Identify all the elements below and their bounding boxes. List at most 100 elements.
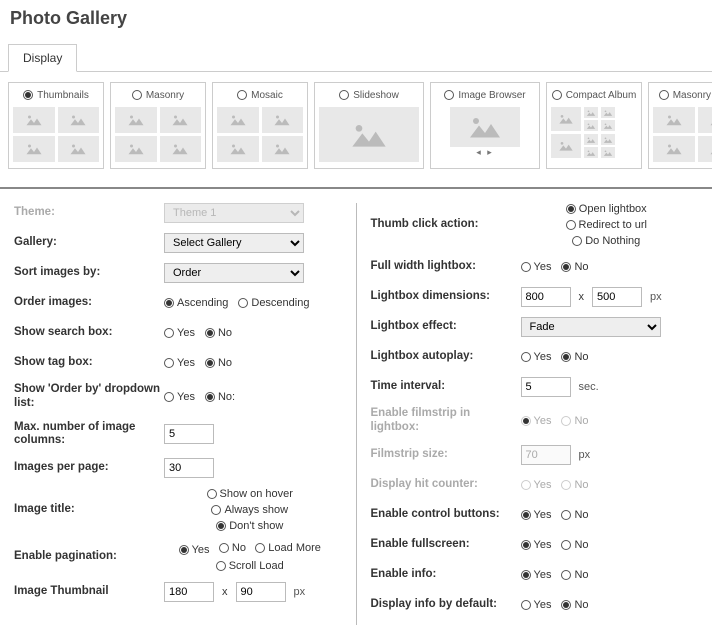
theme-select: Theme 1 [164, 203, 304, 223]
view-label: Slideshow [353, 90, 399, 101]
click-open-radio[interactable]: Open lightbox [566, 203, 647, 215]
click-label: Thumb click action: [371, 218, 521, 232]
view-label: Masonry [146, 90, 184, 101]
filmstrip-yes-radio: Yes [521, 415, 552, 427]
tab-display[interactable]: Display [8, 44, 77, 72]
hit-label: Display hit counter: [371, 478, 521, 492]
view-preview [115, 107, 201, 162]
fullwidth-label: Full width lightbox: [371, 260, 521, 274]
autoplay-label: Lightbox autoplay: [371, 350, 521, 364]
order-desc-radio[interactable]: Descending [238, 297, 309, 309]
infodef-no-radio[interactable]: No [561, 599, 588, 611]
orderby-no-radio[interactable]: No: [205, 391, 235, 403]
fullscreen-no-radio[interactable]: No [561, 539, 588, 551]
perpage-label: Images per page: [14, 461, 164, 475]
dim-width-input[interactable] [521, 287, 571, 307]
pagination-loadmore-radio[interactable]: Load More [255, 542, 321, 554]
search-no-radio[interactable]: No [205, 327, 232, 339]
settings-left-column: Theme: Theme 1 Gallery: Select Gallery S… [0, 203, 357, 625]
autoplay-no-radio[interactable]: No [561, 351, 588, 363]
view-preview: ◂ ▸ [435, 107, 535, 158]
interval-label: Time interval: [371, 380, 521, 394]
tag-no-radio[interactable]: No [205, 357, 232, 369]
radio-icon [237, 90, 247, 100]
filmsize-input [521, 445, 571, 465]
pagination-no-radio[interactable]: No [219, 542, 246, 554]
interval-input[interactable] [521, 377, 571, 397]
pagination-label: Enable pagination: [14, 550, 164, 564]
view-label: Compact Album [566, 90, 637, 101]
radio-icon [23, 90, 33, 100]
pagination-scroll-radio[interactable]: Scroll Load [216, 560, 284, 572]
fullscreen-yes-radio[interactable]: Yes [521, 539, 552, 551]
click-nothing-radio[interactable]: Do Nothing [572, 235, 640, 247]
effect-select[interactable]: Fade [521, 317, 661, 337]
ctrl-label: Enable control buttons: [371, 508, 521, 522]
view-card-slideshow[interactable]: Slideshow [314, 82, 424, 169]
tag-yes-radio[interactable]: Yes [164, 357, 195, 369]
infodef-yes-radio[interactable]: Yes [521, 599, 552, 611]
imgtitle-always-radio[interactable]: Always show [211, 504, 288, 516]
view-card-image-browser[interactable]: Image Browser◂ ▸ [430, 82, 540, 169]
dim-height-input[interactable] [592, 287, 642, 307]
perpage-input[interactable] [164, 458, 214, 478]
view-type-selector: Thumbnails Masonry Mosaic Slideshow Image Br… [0, 72, 712, 189]
view-label: Thumbnails [37, 90, 89, 101]
settings-panel: Theme: Theme 1 Gallery: Select Gallery S… [0, 189, 712, 625]
orderby-yes-radio[interactable]: Yes [164, 391, 195, 403]
dim-label: Lightbox dimensions: [371, 290, 521, 304]
tab-bar: Display [0, 43, 712, 72]
imgtitle-label: Image title: [14, 503, 164, 517]
view-card-masonry[interactable]: Masonry [110, 82, 206, 169]
hit-no-radio: No [561, 479, 588, 491]
orderby-label: Show 'Order by' dropdown list: [14, 383, 164, 411]
autoplay-yes-radio[interactable]: Yes [521, 351, 552, 363]
pagination-yes-radio[interactable]: Yes [179, 544, 210, 556]
view-preview [13, 107, 99, 162]
ctrl-no-radio[interactable]: No [561, 509, 588, 521]
effect-label: Lightbox effect: [371, 320, 521, 334]
view-card-mosaic[interactable]: Mosaic [212, 82, 308, 169]
maxcols-label: Max. number of image columns: [14, 421, 164, 449]
infodef-label: Display info by default: [371, 598, 521, 612]
click-redirect-radio[interactable]: Redirect to url [566, 219, 647, 231]
px-unit: px [294, 586, 306, 598]
radio-icon [659, 90, 669, 100]
fullwidth-yes-radio[interactable]: Yes [521, 261, 552, 273]
fullwidth-no-radio[interactable]: No [561, 261, 588, 273]
info-label: Enable info: [371, 568, 521, 582]
filmstrip-label: Enable filmstrip in lightbox: [371, 407, 521, 435]
settings-right-column: Thumb click action: Open lightbox Redire… [357, 203, 712, 625]
view-card-masonry-albu[interactable]: Masonry Albu [648, 82, 712, 169]
page-title: Photo Gallery [10, 8, 702, 29]
imgtitle-hover-radio[interactable]: Show on hover [207, 488, 293, 500]
radio-icon [339, 90, 349, 100]
theme-label: Theme: [14, 206, 164, 220]
info-yes-radio[interactable]: Yes [521, 569, 552, 581]
view-card-compact-album[interactable]: Compact Album [546, 82, 642, 169]
view-label: Mosaic [251, 90, 283, 101]
thumbdim-label: Image Thumbnail [14, 585, 164, 599]
radio-icon [132, 90, 142, 100]
view-label: Masonry Albu [673, 90, 712, 101]
filmsize-label: Filmstrip size: [371, 448, 521, 462]
view-card-thumbnails[interactable]: Thumbnails [8, 82, 104, 169]
thumbdim-height-input[interactable] [236, 582, 286, 602]
sort-select[interactable]: Order [164, 263, 304, 283]
order-asc-radio[interactable]: Ascending [164, 297, 228, 309]
x-separator: x [222, 586, 228, 598]
imgtitle-dont-radio[interactable]: Don't show [216, 520, 283, 532]
info-no-radio[interactable]: No [561, 569, 588, 581]
search-label: Show search box: [14, 326, 164, 340]
tag-label: Show tag box: [14, 356, 164, 370]
maxcols-input[interactable] [164, 424, 214, 444]
page-header: Photo Gallery [0, 0, 712, 43]
fullscreen-label: Enable fullscreen: [371, 538, 521, 552]
ctrl-yes-radio[interactable]: Yes [521, 509, 552, 521]
gallery-select[interactable]: Select Gallery [164, 233, 304, 253]
sort-label: Sort images by: [14, 266, 164, 280]
thumbdim-width-input[interactable] [164, 582, 214, 602]
search-yes-radio[interactable]: Yes [164, 327, 195, 339]
view-preview [319, 107, 419, 162]
hit-yes-radio: Yes [521, 479, 552, 491]
